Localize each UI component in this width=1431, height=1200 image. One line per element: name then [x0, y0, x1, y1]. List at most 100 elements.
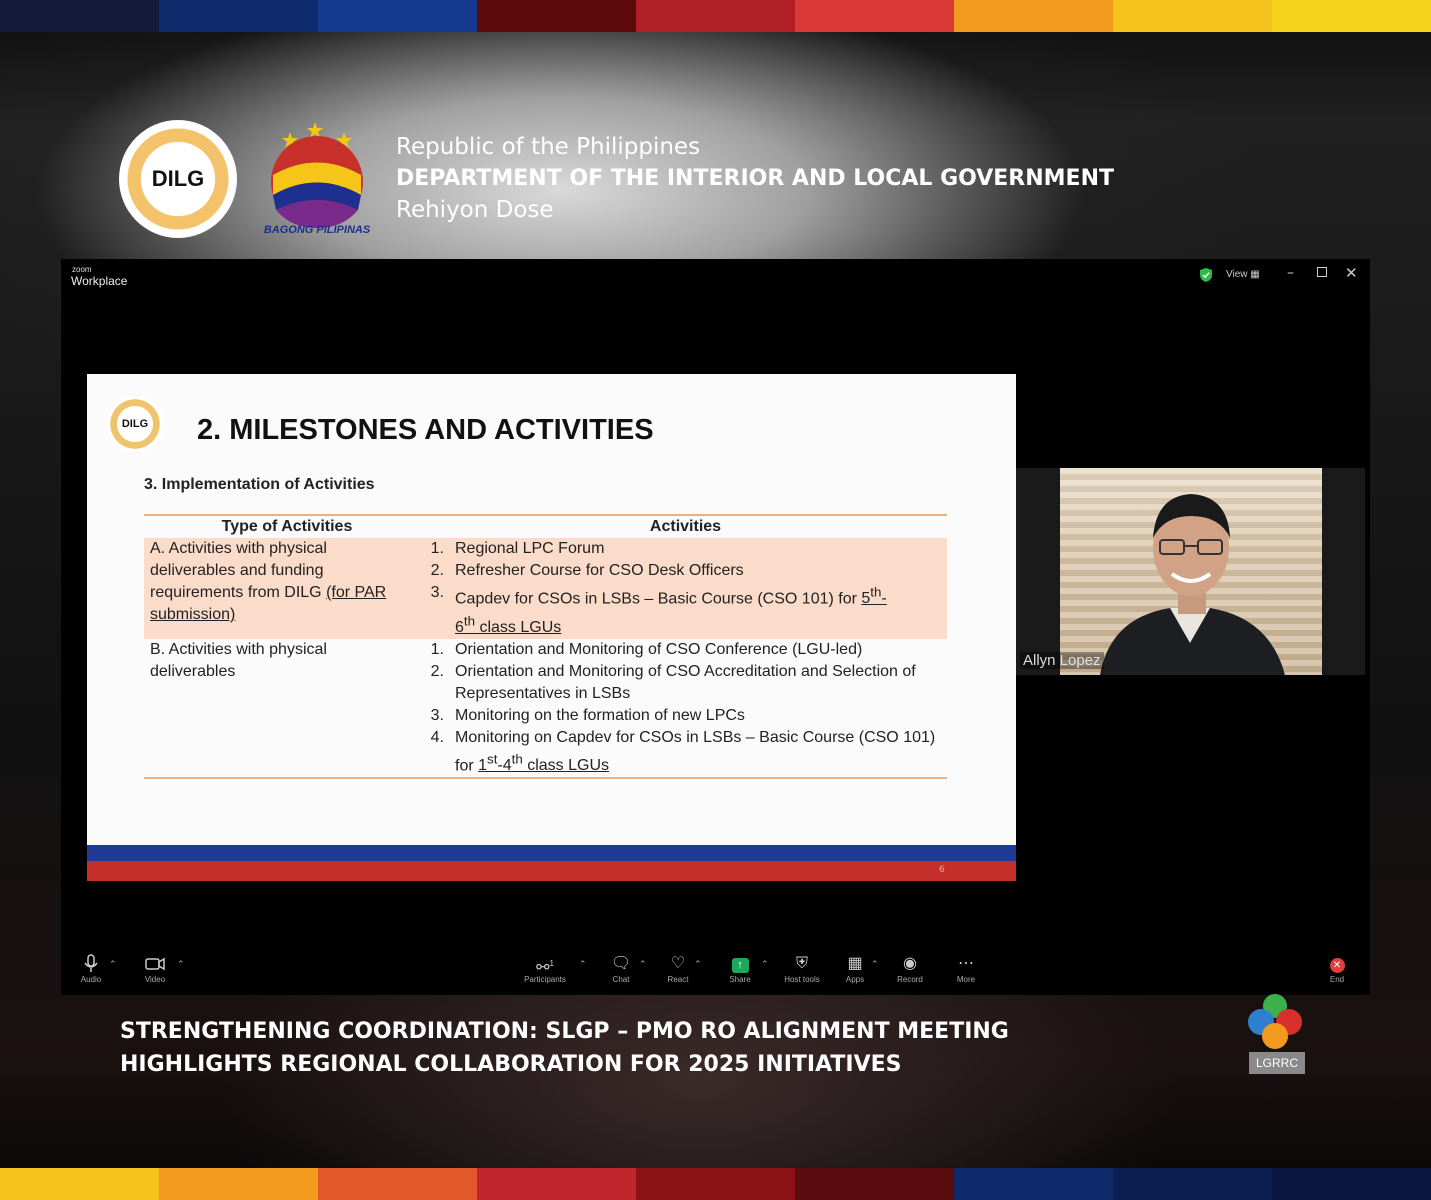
more-button[interactable]: ⋯ More [954, 953, 978, 984]
stripe-segment [318, 1168, 477, 1200]
item-text: Capdev for CSOs in LSBs – Basic Course (… [455, 582, 947, 639]
stripe-segment [1113, 1168, 1272, 1200]
list-item: 2. Refresher Course for CSO Desk Officers [424, 560, 947, 582]
list-item: 3. Monitoring on the formation of new LPC… [424, 705, 947, 727]
chevron-up-icon[interactable]: ⌃ [177, 959, 185, 970]
apps-icon: ▦ [847, 955, 863, 972]
item-text: Monitoring on Capdev for CSOs in LSBs – … [455, 727, 947, 777]
item-number: 2. [430, 662, 444, 680]
chat-label: Chat [612, 975, 630, 984]
item-text: Monitoring on the formation of new LPCs [455, 706, 745, 724]
slide-subtitle: 3. Implementation of Activities [144, 476, 375, 493]
chevron-up-icon[interactable]: ⌃ [639, 959, 647, 970]
item-number: 2. [430, 562, 444, 579]
row-a-type-underlined: (for PAR [326, 584, 387, 601]
end-meeting-button[interactable]: ✕ End [1325, 953, 1349, 984]
chevron-up-icon[interactable]: ⌃ [694, 959, 702, 970]
microphone-icon [84, 954, 98, 972]
table-header-row: Type of Activities Activities [144, 516, 947, 538]
view-button[interactable]: View ▦ [1226, 269, 1260, 280]
react-label: React [667, 975, 689, 984]
participants-button[interactable]: ⚯1 Participants ⌃ [523, 953, 586, 984]
record-button[interactable]: ◉ Record [895, 953, 925, 984]
chevron-up-icon[interactable]: ⌃ [871, 959, 879, 970]
participant-name-label: Allyn Lopez [1020, 652, 1104, 669]
item-text-part: class LGUs [475, 618, 562, 636]
zoom-brand: Workplace [71, 274, 128, 288]
chat-icon: 🗨 [610, 955, 632, 972]
bagong-pilipinas-wordmark: BAGONG PILIPINAS [263, 224, 371, 236]
item-number: 3. [430, 706, 444, 724]
grid-icon: ▦ [1250, 269, 1260, 280]
stripe-segment [954, 1168, 1113, 1200]
heart-icon: ♡ [670, 955, 686, 972]
participants-label: Participants [524, 975, 566, 984]
row-a-type-line: requirements from DILG (for PAR [150, 582, 424, 604]
more-label: More [956, 975, 976, 984]
item-number: 4. [430, 728, 444, 746]
stripe-segment [795, 1168, 954, 1200]
participant-video-feed [1060, 468, 1322, 675]
org-region: Rehiyon Dose [396, 197, 554, 223]
org-department: DEPARTMENT OF THE INTERIOR AND LOCAL GOV… [396, 166, 1114, 191]
stripe-segment [318, 0, 477, 32]
chevron-up-icon[interactable]: ⌃ [761, 959, 769, 970]
dilg-seal-logo: DILG [119, 120, 237, 238]
audio-button[interactable]: Audio ⌃ [79, 953, 117, 984]
participant-video-tile[interactable]: Allyn Lopez [1016, 468, 1365, 675]
stripe-segment [636, 0, 795, 32]
shield-icon[interactable] [1200, 268, 1212, 282]
activities-table: Type of Activities Activities A. Activit… [144, 514, 947, 779]
apps-button[interactable]: ▦ Apps ⌃ [843, 953, 879, 984]
item-text: Orientation and Monitoring of CSO Confer… [455, 640, 863, 658]
chat-button[interactable]: 🗨 Chat ⌃ [609, 953, 647, 984]
ordinal: 6 [455, 618, 464, 636]
ordinal-suffix: th [870, 585, 882, 600]
slide-logo-text: DILG [121, 418, 149, 430]
share-button[interactable]: ↑ Share ⌃ [728, 953, 769, 984]
slide-footer-red-band [87, 861, 1016, 881]
top-color-stripe [0, 0, 1431, 32]
participants-count: 1 [549, 959, 554, 968]
record-label: Record [897, 975, 923, 984]
item-text-part: class LGUs [522, 756, 610, 774]
ordinal: 5 [861, 590, 871, 608]
chevron-up-icon[interactable]: ⌃ [109, 959, 117, 970]
bottom-color-stripe [0, 1168, 1431, 1200]
list-item: 2. Orientation and Monitoring of CSO Accr… [424, 661, 947, 705]
audio-label: Audio [80, 975, 102, 984]
row-a-type-line: deliverables and funding [150, 562, 324, 579]
header-type: Type of Activities [221, 518, 353, 535]
stripe-segment [477, 0, 636, 32]
ordinal: 1 [478, 756, 488, 774]
row-a-type-text: requirements from DILG [150, 584, 322, 601]
list-item: 4. Monitoring on Capdev for CSOs in LSBs … [424, 727, 947, 777]
item-underlined: 1st-4th class LGUs [478, 752, 610, 774]
host-shield-icon: ⛨ [795, 955, 808, 972]
org-country: Republic of the Philippines [396, 134, 701, 160]
row-a-type-line: submission) [150, 606, 236, 623]
react-button[interactable]: ♡ React ⌃ [666, 953, 702, 984]
share-label: Share [729, 975, 751, 984]
close-icon[interactable]: ✕ [1345, 264, 1358, 282]
host-tools-button[interactable]: ⛨ Host tools [781, 953, 823, 984]
ordinal: -4 [497, 756, 512, 774]
row-b-type-line: deliverables [150, 662, 236, 680]
restore-icon[interactable] [1317, 267, 1327, 277]
camera-icon [145, 957, 165, 971]
stripe-segment [636, 1168, 795, 1200]
slide-page-number: 6 [939, 865, 945, 875]
video-label: Video [144, 975, 166, 984]
ordinal-suffix: st [487, 751, 498, 767]
zoom-brand-small: zoom [72, 265, 92, 274]
chevron-up-icon[interactable]: ⌃ [579, 959, 587, 970]
zoom-meeting-window: zoom Workplace View ▦ – ✕ DILG 2. MILEST… [61, 259, 1370, 995]
bagong-pilipinas-logo [271, 122, 363, 228]
item-number: 1. [430, 640, 444, 658]
host-tools-label: Host tools [784, 975, 820, 984]
minimize-icon[interactable]: – [1287, 265, 1294, 281]
stripe-segment [1113, 0, 1272, 32]
video-button[interactable]: Video ⌃ [143, 953, 185, 984]
participant-avatar-figure [1100, 494, 1285, 675]
dilg-logo-text: DILG [146, 164, 210, 194]
